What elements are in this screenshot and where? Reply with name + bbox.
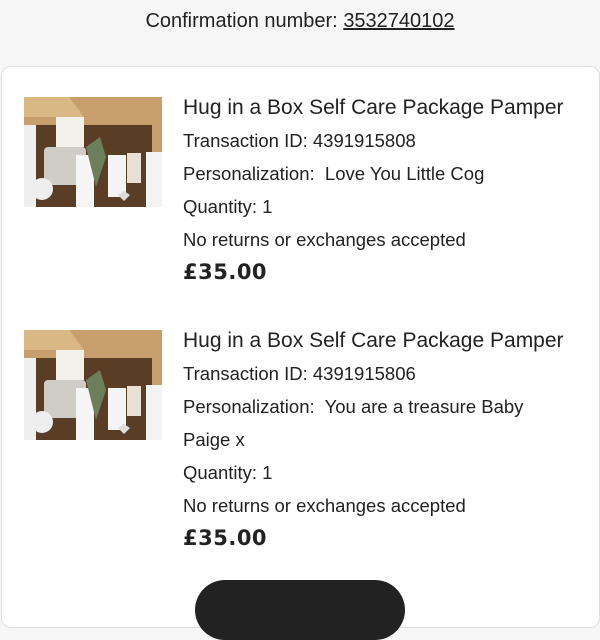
order-items-card: Hug in a Box Self Care Package Pamper Tr… [1, 66, 600, 628]
personalization: Personalization: You are a treasure Baby… [183, 390, 563, 456]
quantity: Quantity: 1 [183, 196, 273, 217]
item-title[interactable]: Hug in a Box Self Care Package Pamper [183, 324, 600, 357]
confirmation-number-link[interactable]: 3532740102 [343, 10, 454, 32]
item-price: £35.00 [183, 526, 268, 550]
item-details: Hug in a Box Self Care Package Pamper Tr… [183, 96, 600, 289]
transaction-id: Transaction ID: 4391915808 [183, 130, 416, 151]
transaction-id: Transaction ID: 4391915806 [183, 363, 416, 384]
confirmation-label: Confirmation number: [145, 10, 344, 32]
quantity: Quantity: 1 [183, 462, 273, 483]
personalization-label: Personalization: [183, 163, 315, 184]
personalization-value: Love You Little Cog [324, 163, 485, 184]
product-image[interactable] [24, 330, 162, 440]
item-price: £35.00 [183, 260, 268, 284]
item-title[interactable]: Hug in a Box Self Care Package Pamper [183, 91, 600, 124]
returns-policy: No returns or exchanges accepted [183, 229, 466, 250]
returns-policy: No returns or exchanges accepted [183, 495, 466, 516]
item-details: Hug in a Box Self Care Package Pamper Tr… [183, 329, 600, 555]
product-image[interactable] [24, 97, 162, 207]
personalization-label: Personalization: [183, 396, 315, 417]
primary-action-button[interactable] [195, 580, 405, 640]
personalization: Personalization: Love You Little Cog [183, 157, 600, 190]
confirmation-line: Confirmation number: 3532740102 [0, 10, 600, 33]
